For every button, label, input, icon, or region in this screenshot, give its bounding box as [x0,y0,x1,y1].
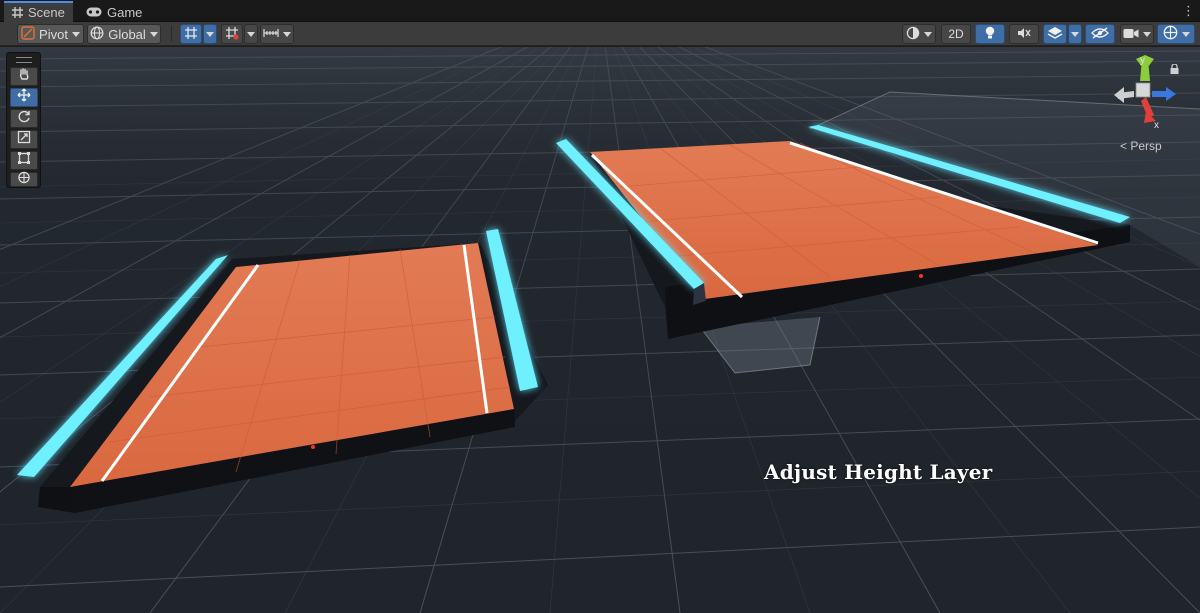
hand-icon [17,67,31,86]
rect-tool-button[interactable] [10,151,38,170]
chevron-down-icon [206,31,214,37]
globe-icon [90,26,104,43]
draw-mode-dropdown[interactable] [902,24,936,44]
projection-toggle[interactable]: < Persp [1120,139,1162,153]
scene-render [0,47,1200,613]
move-tool-button[interactable] [10,88,38,107]
chevron-down-icon [283,31,291,37]
chevron-down-icon [247,31,255,37]
transform-tool-button[interactable] [10,171,38,189]
hand-tool-button[interactable] [10,67,38,86]
z-axis-handle [1166,87,1176,101]
palette-drag-handle[interactable] [16,57,32,63]
scene-toolbar: Pivot Global 2D [0,22,1200,46]
grid-snapping-toggle[interactable] [180,24,202,44]
audio-toggle[interactable] [1009,24,1039,44]
chevron-down-icon [924,31,932,37]
scale-tool-button[interactable] [10,130,38,149]
chevron-left-icon: < [1120,139,1128,153]
toggle-2d-label: 2D [948,27,964,41]
caption-text: Adjust Height Layer [764,460,993,484]
pivot-label: Pivot [39,26,68,42]
speaker-muted-icon [1017,27,1031,42]
tab-game-label: Game [107,4,143,20]
increment-snapping-toggle[interactable] [221,24,243,44]
effects-dropdown[interactable] [1068,24,1082,44]
rotate-tool-button[interactable] [10,109,38,128]
chevron-down-icon [71,31,80,37]
eye-hidden-icon [1091,26,1109,42]
rotate-icon [17,109,31,128]
global-dropdown[interactable]: Global [87,24,161,44]
increment-snapping-dropdown[interactable] [244,24,258,44]
camera-settings-dropdown[interactable] [1120,24,1154,44]
rect-transform-icon [17,151,31,170]
light-bulb-icon [984,26,996,43]
gizmo-y-label: y [1140,55,1145,66]
grid-snapping-dropdown[interactable] [203,24,217,44]
effects-toggle[interactable] [1043,24,1067,44]
layers-icon [1047,26,1063,43]
tab-bar: Scene Game ⋮ [0,0,1200,22]
gamepad-icon [86,7,102,17]
toolbar-separator [171,26,172,42]
projection-label: Persp [1130,139,1162,153]
gizmo-x-label: x [1154,120,1159,131]
ruler-icon [263,27,279,42]
scene-viewport[interactable] [0,47,1200,613]
pivot-icon [21,25,35,43]
chevron-down-icon [149,31,158,37]
move-icon [17,88,31,107]
transform-icon [17,171,31,189]
increment-snap-icon [225,26,239,43]
scene-visibility-toggle[interactable] [1085,24,1115,44]
shading-mode-icon [906,26,920,43]
chevron-down-icon [1071,31,1079,37]
chevron-down-icon [1143,31,1151,37]
tab-game[interactable]: Game [78,2,150,22]
pivot-dropdown[interactable]: Pivot [17,24,84,44]
lighting-toggle[interactable] [975,24,1005,44]
tab-scene[interactable]: Scene [4,1,73,22]
more-options-icon[interactable]: ⋮ [1182,3,1195,19]
gizmos-dropdown[interactable] [1157,24,1195,44]
tab-scene-label: Scene [28,5,65,20]
grid-snap-icon [184,26,198,43]
gizmo-icon [1163,25,1178,43]
camera-icon [1123,27,1139,42]
scale-icon [17,130,31,149]
global-label: Global [108,26,146,42]
lock-icon[interactable] [1170,61,1179,79]
chevron-down-icon [1181,31,1190,37]
toggle-2d-button[interactable]: 2D [941,24,971,44]
ruler-tool-dropdown[interactable] [260,24,294,44]
tool-palette [6,52,41,188]
grid-icon [12,7,23,18]
